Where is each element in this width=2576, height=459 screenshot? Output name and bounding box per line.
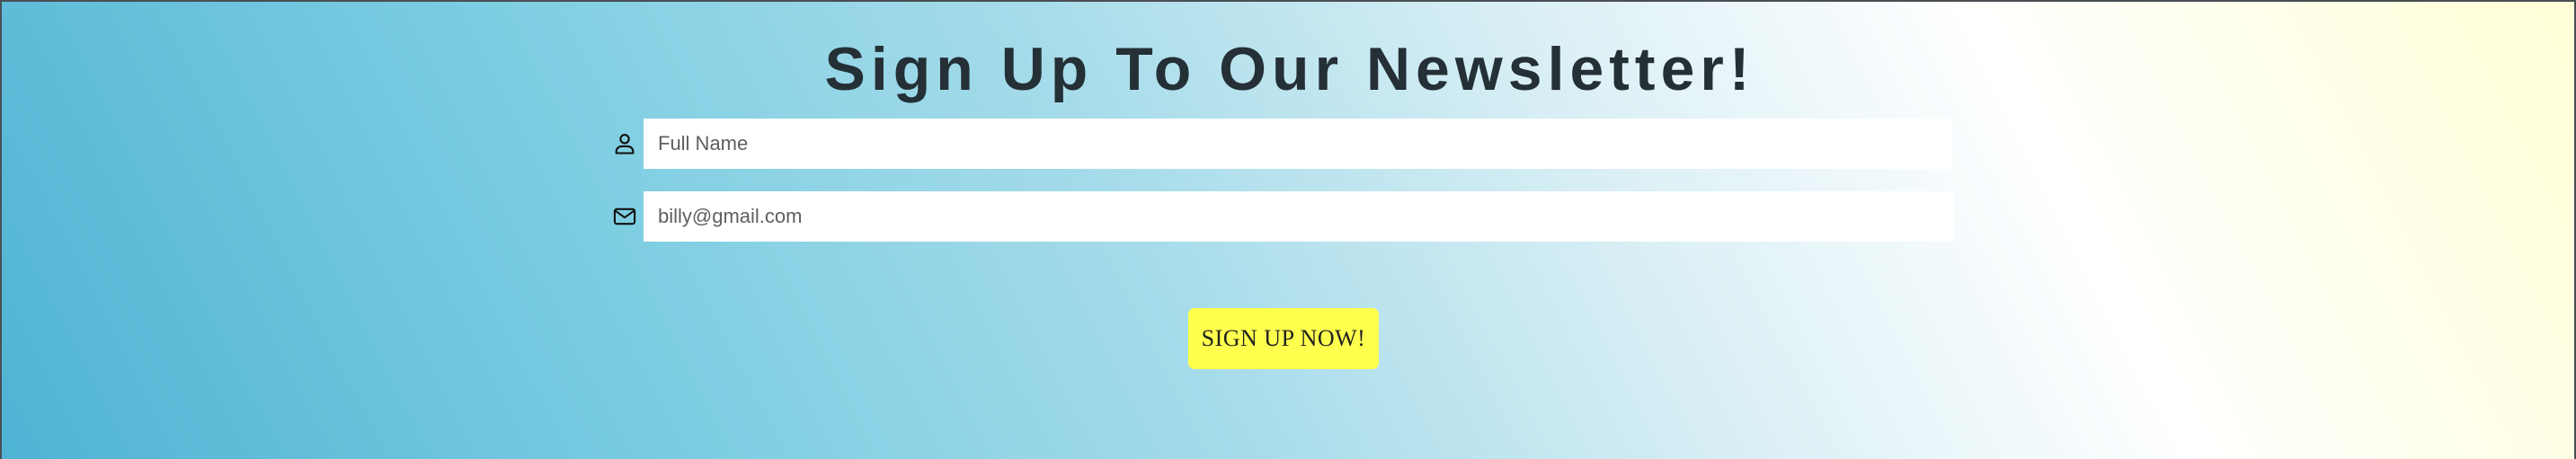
full-name-input[interactable]	[644, 119, 1952, 169]
name-row	[609, 119, 1952, 169]
envelope-icon	[609, 201, 640, 232]
sign-up-button[interactable]: SIGN UP NOW!	[1188, 308, 1379, 369]
user-icon	[609, 128, 640, 159]
email-row	[609, 191, 1954, 242]
email-input[interactable]	[644, 191, 1954, 242]
page-title: Sign Up To Our Newsletter!	[824, 35, 1755, 103]
